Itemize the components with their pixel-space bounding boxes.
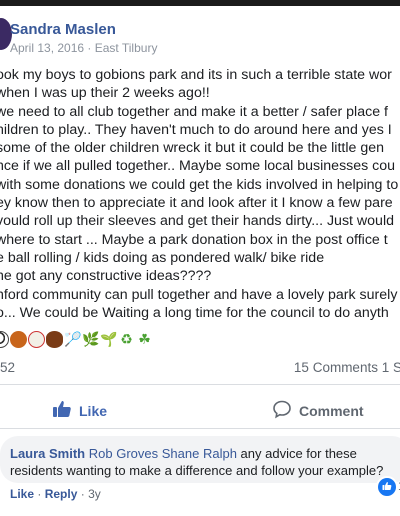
post-line: ey know then to appreciate it and look a… [0, 195, 393, 212]
comment-actions-separator: · [80, 487, 85, 501]
actions-divider [0, 428, 400, 429]
seedling-icon: 🌱 [100, 331, 118, 347]
comment-age[interactable]: 3y [88, 487, 101, 501]
badminton-racket-icon: 🏸 [64, 331, 82, 347]
comments-count[interactable]: 15 Comments [294, 360, 378, 375]
post-line: o... We could be Waiting a long time for… [0, 304, 389, 321]
comment-bubble-icon [272, 399, 292, 422]
comment-text: Laura Smith Rob Groves Shane Ralph any a… [10, 445, 400, 479]
comment-reply-link[interactable]: Reply [45, 487, 78, 501]
post-line: vould roll up their sleeves and get thei… [0, 213, 394, 230]
post-line: e ball rolling / kids doing as pondered … [0, 249, 325, 266]
reaction-count[interactable]: 52 [0, 360, 15, 375]
post-line: nce if we all pulled together.. Maybe so… [0, 158, 396, 175]
post-meta: April 13, 2016 · East Tilbury [10, 41, 157, 55]
post-line: some of the older children wreck it but … [0, 140, 385, 157]
comment-author[interactable]: Laura Smith [10, 446, 85, 461]
comment-text-line: any advice for these [236, 446, 357, 461]
comment-button[interactable]: Comment [272, 399, 364, 422]
like-button-label: Like [79, 402, 108, 419]
shamrock-icon: ☘ [138, 331, 151, 347]
engagement-counts: 15 Comments 1 S [294, 360, 400, 375]
post-location[interactable]: East Tilbury [95, 41, 158, 55]
post-line: ne got any constructive ideas???? [0, 268, 212, 285]
comment-tag-shane-ralph[interactable]: Shane Ralph [162, 446, 237, 461]
comment-actions-separator: · [37, 487, 42, 501]
post-line: we need to all club together and make it… [0, 103, 388, 120]
soccer-ball-icon [0, 331, 9, 348]
thumbs-up-icon [382, 478, 392, 496]
american-football-icon [46, 331, 63, 348]
post-author-name[interactable]: Sandra Maslen [10, 21, 116, 38]
basketball-icon [10, 331, 27, 348]
post-line: nford community can pull together and ha… [0, 286, 398, 303]
post-line: with some donations we could get the kid… [0, 176, 399, 193]
meta-separator: · [87, 41, 92, 55]
comment-tag-rob-groves[interactable]: Rob Groves [89, 446, 158, 461]
comment-actions: Like · Reply · 3y [10, 487, 101, 501]
post-line: when I was up their 2 weeks ago!! [0, 85, 210, 102]
baseball-icon [28, 331, 45, 348]
thumbs-up-icon [52, 399, 72, 422]
post-date[interactable]: April 13, 2016 [10, 41, 84, 55]
post-line: hildren to play.. They haven't much to d… [0, 121, 392, 138]
herb-icon: 🌿 [82, 331, 100, 347]
like-button[interactable]: Like [52, 399, 107, 422]
recycle-icon: ♻ [120, 331, 133, 347]
shares-count[interactable]: 1 S [382, 360, 400, 375]
top-bar [0, 0, 400, 6]
comment-button-label: Comment [299, 402, 364, 419]
comment-like-link[interactable]: Like [10, 487, 34, 501]
emoji-row: 🏸 🌿 🌱 ♻ ☘ [0, 331, 153, 349]
post-line: where to start ... Maybe a park donation… [0, 231, 388, 248]
post-body: ook my boys to gobions park and its in s… [0, 66, 400, 322]
comment-like-badge[interactable] [376, 476, 398, 498]
post-line: ook my boys to gobions park and its in s… [0, 67, 392, 83]
comment-text-line: residents wanting to make a difference a… [10, 463, 384, 478]
stats-divider [0, 384, 400, 385]
